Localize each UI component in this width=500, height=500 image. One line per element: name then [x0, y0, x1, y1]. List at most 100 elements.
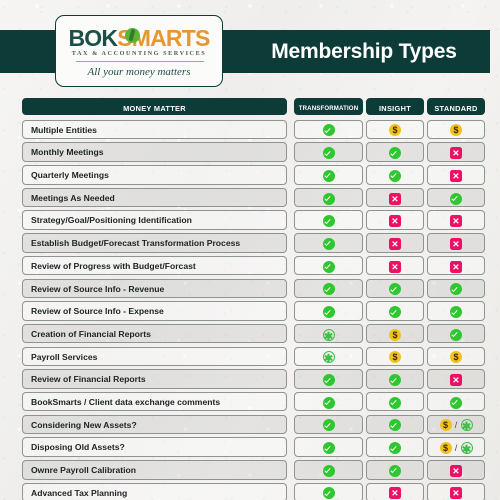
- cell-transformation[interactable]: [294, 301, 363, 321]
- row-label-cell[interactable]: Review of Progress with Budget/Forcast: [22, 255, 287, 276]
- cell-transformation[interactable]: [294, 255, 363, 276]
- cell-standard[interactable]: ✕: [427, 142, 485, 162]
- check-icon: [450, 283, 462, 296]
- row-label-cell[interactable]: Monthly Meetings: [22, 142, 287, 162]
- cross-icon: ✕: [450, 260, 462, 273]
- cross-icon: ✕: [450, 464, 462, 477]
- cell-insight[interactable]: $: [366, 346, 424, 368]
- cell-standard[interactable]: $ / ✱: [427, 414, 485, 436]
- cell-standard[interactable]: [427, 187, 485, 208]
- row-label-cell[interactable]: Meetings As Needed: [22, 187, 287, 208]
- cell-insight[interactable]: [366, 142, 424, 162]
- cell-insight[interactable]: [366, 165, 424, 185]
- row-label-cell[interactable]: Quarterly Meetings: [22, 165, 287, 185]
- cell-standard[interactable]: ✕: [427, 460, 485, 480]
- check-icon: [322, 192, 335, 205]
- row-label-cell[interactable]: Strategy/Goal/Positioning Identification: [22, 210, 287, 230]
- row-label-cell[interactable]: BookSmarts / Client data exchange commen…: [22, 391, 287, 412]
- cell-transformation[interactable]: [294, 414, 363, 435]
- cell-icons: $ / ✱: [428, 416, 484, 436]
- cell-insight[interactable]: ✕: [366, 255, 424, 276]
- cell-insight[interactable]: [366, 369, 424, 389]
- cell-insight[interactable]: $: [366, 119, 424, 141]
- cell-transformation[interactable]: [294, 369, 363, 389]
- row-label-cell[interactable]: Multiple Entities: [22, 119, 287, 140]
- cell-insight[interactable]: ✕: [366, 210, 424, 230]
- cell-standard[interactable]: $ / ✱: [427, 437, 485, 457]
- cell-standard[interactable]: ✕: [427, 482, 485, 500]
- cell-transformation[interactable]: [294, 437, 363, 457]
- cell-transformation[interactable]: [294, 187, 363, 208]
- cell-insight[interactable]: $: [366, 323, 424, 344]
- cell-icons: $: [367, 348, 423, 368]
- cell-icons: $: [367, 121, 423, 141]
- cell-transformation[interactable]: [294, 278, 363, 298]
- table-row: Creation of Financial Reports ✱ $: [0, 323, 500, 345]
- row-label-cell[interactable]: Considering New Assets?: [22, 414, 287, 435]
- cell-standard[interactable]: ✕: [427, 165, 485, 185]
- cell-insight[interactable]: [366, 301, 424, 321]
- cell-standard[interactable]: [427, 323, 485, 345]
- cell-insight[interactable]: [366, 391, 424, 412]
- logo-word-book: BO: [68, 25, 102, 51]
- cell-standard[interactable]: ✕: [427, 210, 485, 230]
- cell-transformation[interactable]: [294, 142, 363, 162]
- cell-transformation[interactable]: [294, 119, 363, 140]
- check-icon: [322, 419, 335, 432]
- column-header-transformation: TRANSFORMATION: [294, 98, 363, 115]
- cell-insight[interactable]: [366, 437, 424, 457]
- cell-transformation[interactable]: [294, 165, 363, 185]
- cell-transformation[interactable]: [294, 482, 363, 500]
- row-label-cell[interactable]: Advanced Tax Planning: [22, 482, 287, 500]
- table-row: Review of Source Info - Revenue: [0, 278, 500, 300]
- cell-standard[interactable]: ✕: [427, 255, 485, 276]
- cell-transformation[interactable]: [294, 460, 363, 480]
- cell-icons: [367, 461, 423, 481]
- check-icon: [322, 260, 335, 273]
- cross-icon: ✕: [389, 237, 401, 250]
- row-label-cell[interactable]: Ownre Payroll Calibration: [22, 460, 287, 480]
- cell-standard[interactable]: ✕: [427, 369, 485, 389]
- dollar-icon: $: [389, 328, 401, 341]
- column-header-standard-label: STANDARD: [434, 104, 478, 113]
- row-label-cell[interactable]: Review of Source Info - Revenue: [22, 278, 287, 298]
- membership-comparison-table: MONEY MATTER TRANSFORMATION INSIGHT STAN…: [0, 97, 500, 500]
- table-row: Advanced Tax Planning ✕ ✕: [0, 482, 500, 500]
- check-icon: [389, 464, 401, 477]
- cell-insight[interactable]: [366, 278, 424, 298]
- cell-standard[interactable]: [427, 278, 485, 298]
- cell-transformation[interactable]: ✱: [294, 323, 363, 344]
- cross-icon: ✕: [450, 374, 462, 386]
- check-icon: [389, 419, 401, 432]
- cell-insight[interactable]: ✕: [366, 187, 424, 208]
- cell-icons: [367, 166, 423, 186]
- cell-icons: [428, 325, 484, 345]
- check-icon: [322, 237, 335, 250]
- cell-icons: [295, 484, 362, 500]
- row-label-cell[interactable]: Creation of Financial Reports: [22, 323, 287, 344]
- cell-transformation[interactable]: [294, 210, 363, 230]
- row-label-cell[interactable]: Review of Source Info - Expense: [22, 301, 287, 321]
- table-row: Disposing Old Assets? $ / ✱: [0, 437, 500, 458]
- cell-insight[interactable]: ✕: [366, 233, 424, 253]
- cell-icons: $: [428, 348, 484, 368]
- row-label: Creation of Financial Reports: [31, 328, 151, 339]
- column-header-insight: INSIGHT: [366, 98, 424, 115]
- table-row: Establish Budget/Forecast Transformation…: [0, 233, 500, 254]
- cell-standard[interactable]: $: [427, 119, 485, 140]
- cell-icons: [367, 302, 423, 322]
- row-label-cell[interactable]: Establish Budget/Forecast Transformation…: [22, 233, 287, 253]
- cell-transformation[interactable]: ✱: [294, 346, 363, 367]
- row-label-cell[interactable]: Payroll Services: [22, 346, 287, 367]
- cell-standard[interactable]: [427, 301, 485, 321]
- cell-standard[interactable]: ✕: [427, 233, 485, 253]
- cell-transformation[interactable]: [294, 233, 363, 253]
- cell-standard[interactable]: [427, 391, 485, 412]
- cell-insight[interactable]: [366, 414, 424, 435]
- cell-standard[interactable]: $: [427, 346, 485, 368]
- row-label-cell[interactable]: Disposing Old Assets?: [22, 437, 287, 457]
- row-label-cell[interactable]: Review of Financial Reports: [22, 369, 287, 389]
- cell-transformation[interactable]: [294, 391, 363, 412]
- cell-insight[interactable]: ✕: [366, 482, 424, 500]
- cell-insight[interactable]: [366, 460, 424, 480]
